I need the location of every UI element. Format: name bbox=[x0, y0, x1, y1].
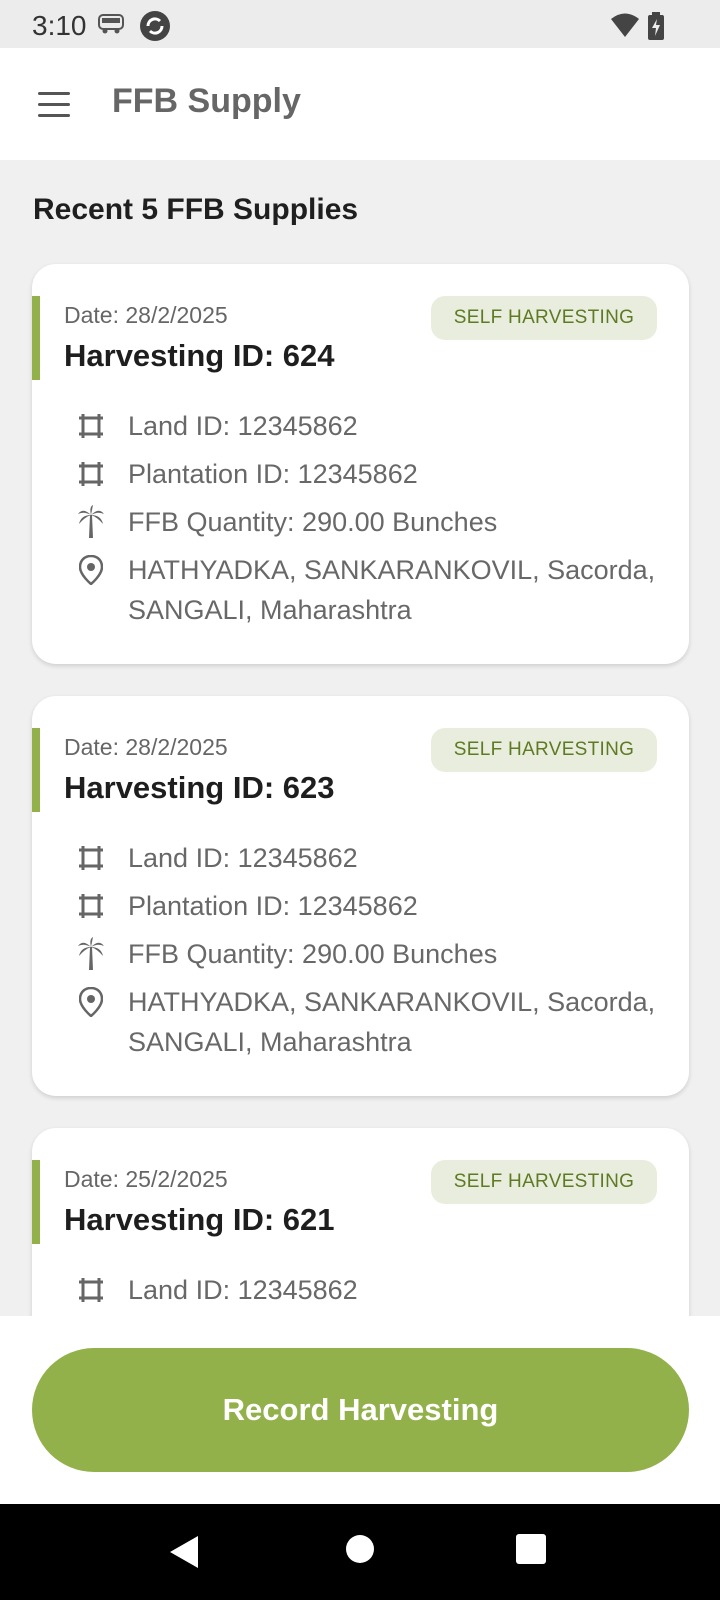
land-frame-icon bbox=[76, 842, 106, 874]
land-frame-icon bbox=[76, 1274, 106, 1306]
address-row: HATHYADKA, SANKARANKOVIL, Sacorda, SANGA… bbox=[76, 986, 668, 1062]
record-harvesting-button[interactable]: Record Harvesting bbox=[32, 1348, 689, 1472]
land-id: Land ID: 12345862 bbox=[128, 411, 358, 441]
plantation-id: Plantation ID: 12345862 bbox=[128, 459, 418, 489]
page-title: FFB Supply bbox=[112, 82, 301, 120]
status-bar: 3:10 bbox=[0, 0, 720, 48]
system-navigation-bar bbox=[0, 1504, 720, 1600]
card-accent-bar bbox=[32, 1160, 40, 1244]
palm-tree-icon bbox=[76, 505, 106, 538]
location-pin-icon bbox=[76, 554, 106, 586]
status-badge: SELF HARVESTING bbox=[431, 728, 657, 772]
status-badge: SELF HARVESTING bbox=[431, 296, 657, 340]
wifi-icon bbox=[610, 12, 640, 43]
plantation-frame-icon bbox=[76, 890, 106, 922]
sync-app-notification-icon bbox=[139, 10, 171, 47]
recents-icon[interactable] bbox=[516, 1534, 546, 1569]
harvesting-id: Harvesting ID: 621 bbox=[64, 1202, 335, 1237]
land-id: Land ID: 12345862 bbox=[128, 843, 358, 873]
land-id-row: Land ID: 12345862 bbox=[76, 842, 358, 878]
home-icon[interactable] bbox=[345, 1534, 375, 1569]
card-accent-bar bbox=[32, 296, 40, 380]
palm-tree-icon bbox=[76, 937, 106, 970]
card-accent-bar bbox=[32, 728, 40, 812]
supply-card[interactable]: Date: 28/2/2025 Harvesting ID: 624 SELF … bbox=[32, 264, 689, 664]
supply-date: Date: 28/2/2025 bbox=[64, 302, 228, 328]
bottom-action-panel: Record Harvesting bbox=[0, 1316, 720, 1504]
plantation-id: Plantation ID: 12345862 bbox=[128, 891, 418, 921]
menu-icon[interactable] bbox=[30, 84, 78, 124]
supply-card[interactable]: Date: 25/2/2025 Harvesting ID: 621 SELF … bbox=[32, 1128, 689, 1316]
ffb-quantity: FFB Quantity: 290.00 Bunches bbox=[128, 507, 498, 537]
plantation-frame-icon bbox=[76, 458, 106, 490]
back-icon[interactable] bbox=[168, 1534, 202, 1575]
quantity-row: FFB Quantity: 290.00 Bunches bbox=[76, 937, 497, 974]
land-id: Land ID: 12345862 bbox=[128, 1275, 358, 1305]
supply-date: Date: 25/2/2025 bbox=[64, 1166, 228, 1192]
status-badge: SELF HARVESTING bbox=[431, 1160, 657, 1204]
harvesting-id: Harvesting ID: 624 bbox=[64, 338, 335, 373]
plantation-id-row: Plantation ID: 12345862 bbox=[76, 458, 418, 494]
section-title: Recent 5 FFB Supplies bbox=[33, 193, 359, 226]
battery-charging-icon bbox=[648, 12, 664, 45]
land-id-row: Land ID: 12345862 bbox=[76, 410, 358, 446]
plantation-id-row: Plantation ID: 12345862 bbox=[76, 890, 418, 926]
ffb-quantity: FFB Quantity: 290.00 Bunches bbox=[128, 939, 498, 969]
address: HATHYADKA, SANKARANKOVIL, Sacorda, SANGA… bbox=[128, 987, 656, 1057]
status-time: 3:10 bbox=[32, 10, 87, 41]
land-frame-icon bbox=[76, 410, 106, 442]
supply-card[interactable]: Date: 28/2/2025 Harvesting ID: 623 SELF … bbox=[32, 696, 689, 1096]
bus-app-notification-icon bbox=[98, 13, 126, 40]
supply-date: Date: 28/2/2025 bbox=[64, 734, 228, 760]
location-pin-icon bbox=[76, 986, 106, 1018]
land-id-row: Land ID: 12345862 bbox=[76, 1274, 358, 1310]
address-row: HATHYADKA, SANKARANKOVIL, Sacorda, SANGA… bbox=[76, 554, 668, 630]
app-bar: FFB Supply bbox=[0, 48, 720, 160]
address: HATHYADKA, SANKARANKOVIL, Sacorda, SANGA… bbox=[128, 555, 656, 625]
harvesting-id: Harvesting ID: 623 bbox=[64, 770, 335, 805]
supply-list[interactable]: Date: 28/2/2025 Harvesting ID: 624 SELF … bbox=[0, 240, 720, 1316]
quantity-row: FFB Quantity: 290.00 Bunches bbox=[76, 505, 497, 542]
